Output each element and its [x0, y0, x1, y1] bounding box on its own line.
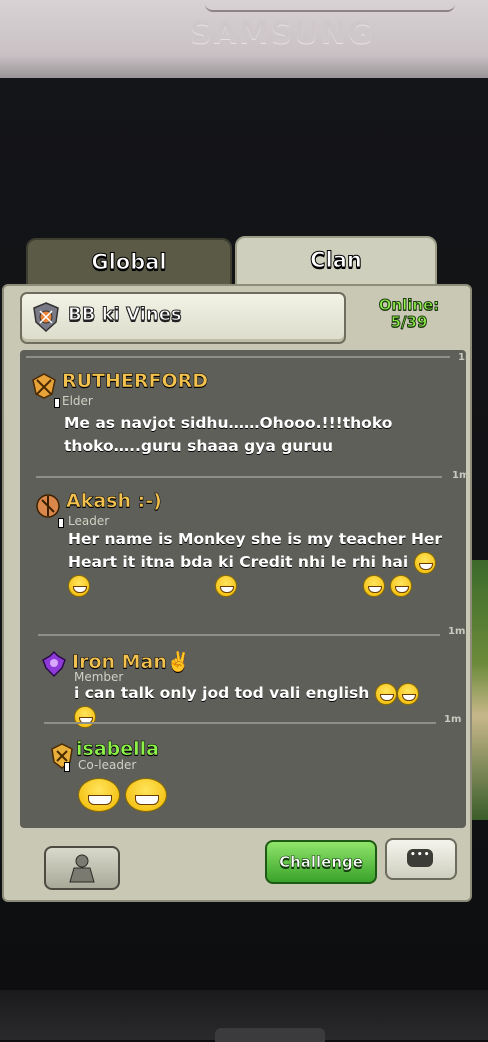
message-separator: [44, 722, 436, 724]
message-time: 1m: [458, 352, 466, 363]
message-separator: [26, 356, 450, 358]
grinning-emoji-icon: [396, 682, 419, 705]
phone-bezel-top: SAMSUNG: [0, 0, 488, 78]
message-role: Co-leader: [78, 758, 137, 772]
rank-pip: [58, 518, 64, 528]
clan-name: BB ki Vines: [68, 304, 183, 326]
message-time: 1m: [452, 470, 466, 481]
message-time: 1m: [444, 714, 462, 725]
rank-pip: [64, 762, 70, 772]
tab-global[interactable]: Global: [26, 238, 232, 290]
message-text: [78, 778, 278, 812]
grinning-emoji-icon: [74, 705, 96, 728]
chat-bubble-icon: [407, 849, 433, 867]
grinning-emoji-icon: [374, 682, 397, 705]
message-time: 1m: [448, 626, 466, 637]
challenge-button[interactable]: Challenge: [265, 840, 377, 884]
chat-compose-button[interactable]: [385, 838, 457, 880]
coleader-badge-icon: [51, 743, 73, 769]
brand-logo: SAMSUNG: [190, 16, 375, 51]
grinning-emoji-icon: [78, 778, 120, 812]
speaker-grille: [205, 0, 455, 12]
leader-badge-icon: [36, 494, 60, 518]
message-role: Leader: [68, 514, 110, 528]
online-count: 5/39: [390, 313, 428, 332]
message-separator: [36, 476, 442, 478]
rank-pip: [54, 398, 60, 408]
message-role: Elder: [62, 394, 93, 408]
member-badge-icon: [42, 650, 66, 678]
message-text-content: i can talk only jod tod vali english: [74, 684, 370, 702]
tab-clan-label: Clan: [310, 248, 363, 273]
tab-global-label: Global: [91, 250, 167, 275]
message-sender[interactable]: Akash :-): [66, 490, 162, 513]
grinning-emoji-icon: [390, 574, 413, 597]
character-icon: [69, 854, 95, 883]
message-separator: [38, 634, 440, 636]
message-sender[interactable]: isabella: [76, 738, 159, 761]
grinning-emoji-icon: [68, 574, 90, 597]
clan-badge-icon: [33, 302, 59, 332]
online-label: Online:: [378, 296, 440, 315]
grinning-emoji-icon: [125, 778, 168, 812]
grinning-emoji-icon: [215, 574, 238, 597]
message-text: Me as navjot sidhu……Ohooo.!!!thoko thoko…: [64, 414, 393, 455]
message-text: Her name is Monkey she is my teacher Her…: [68, 528, 444, 597]
message-text-content: Her name is Monkey she is my teacher Her…: [68, 530, 443, 571]
grinning-emoji-icon: [362, 574, 385, 597]
message-sender[interactable]: RUTHERFORD: [62, 370, 209, 393]
grinning-emoji-icon: [413, 551, 436, 574]
clan-name-bar[interactable]: BB ki Vines: [20, 292, 346, 344]
chat-list[interactable]: 1m RUTHERFORD Elder Me as navjot sidhu………: [20, 350, 466, 828]
elder-badge-icon: [32, 373, 56, 399]
character-button[interactable]: [44, 846, 120, 890]
